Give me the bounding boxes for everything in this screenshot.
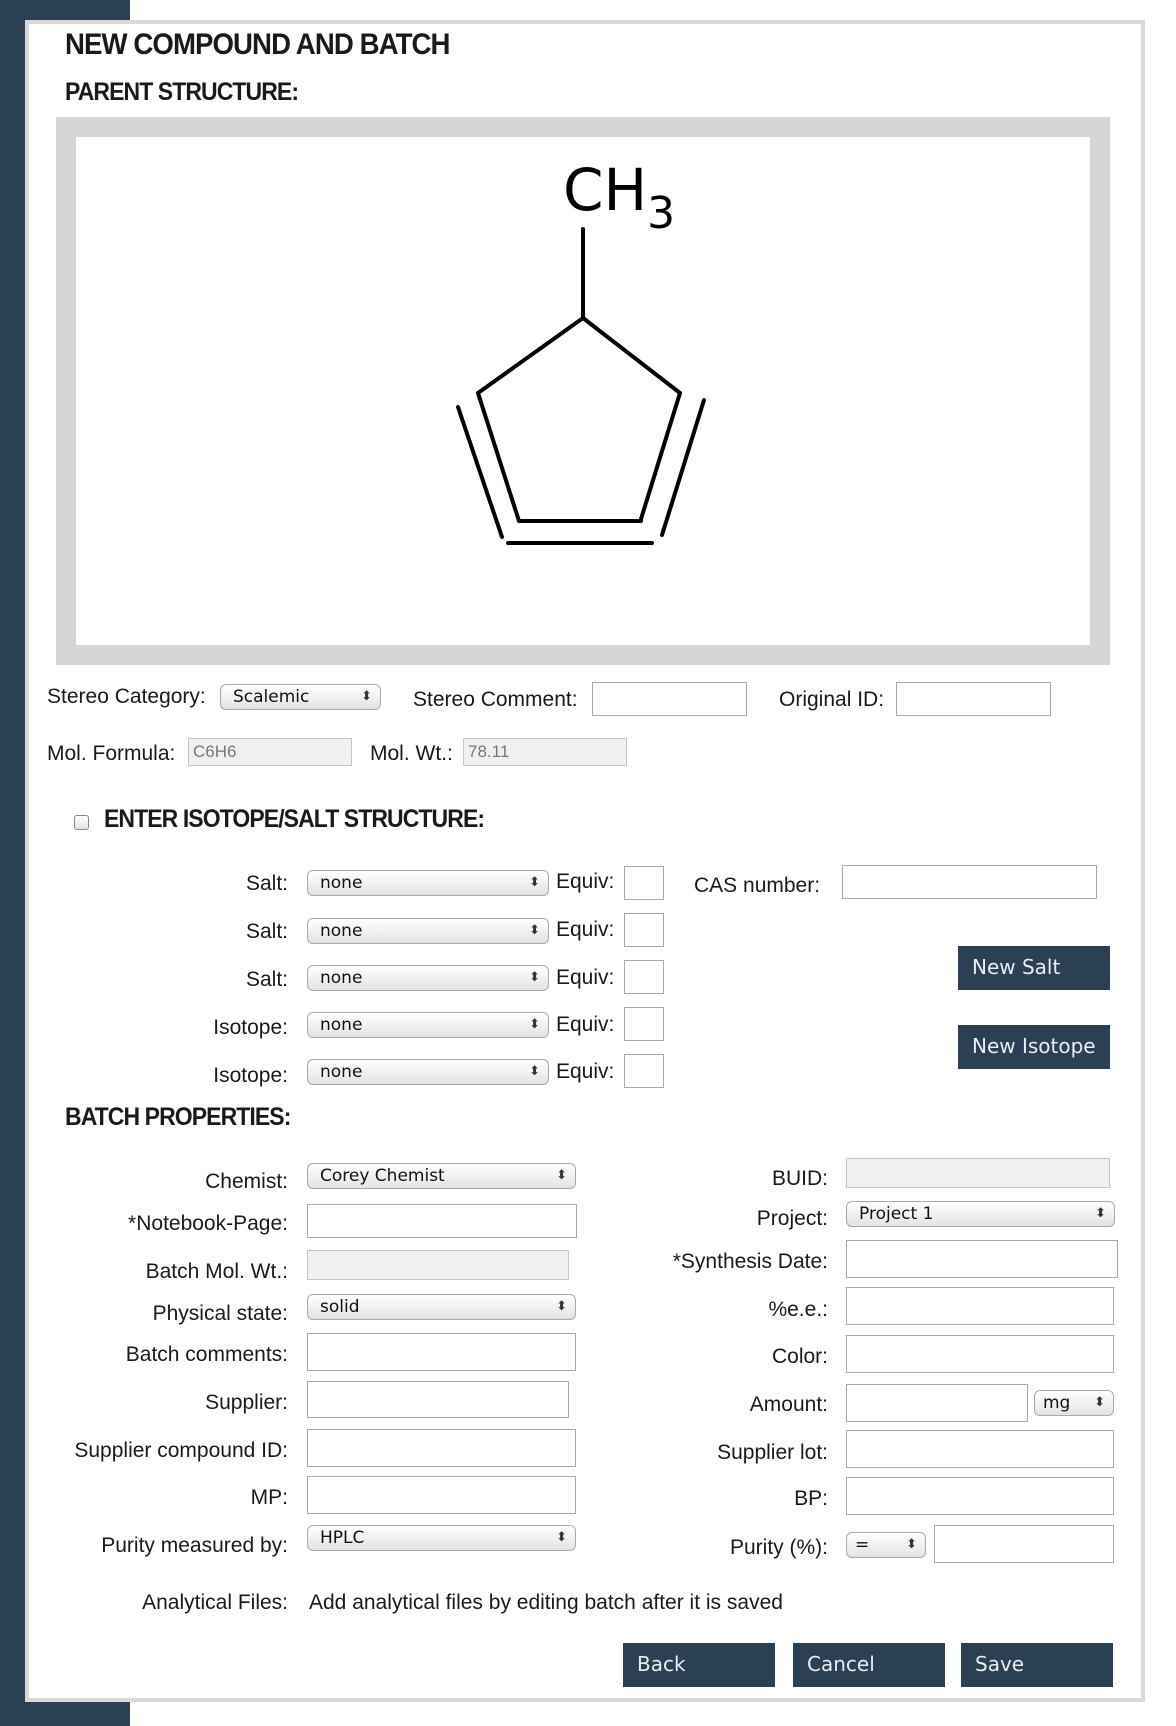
mol-formula-field — [188, 738, 352, 766]
purity-measured-by-label: Purity measured by: — [101, 1534, 288, 1557]
select-arrows-icon: ⬍ — [361, 689, 372, 704]
batch-comments-input[interactable] — [307, 1333, 576, 1371]
equiv-input[interactable] — [624, 913, 664, 947]
stereo-comment-label: Stereo Comment: — [413, 688, 578, 711]
supplier-lot-label: Supplier lot: — [717, 1441, 828, 1464]
salt-label: Salt: — [245, 872, 288, 895]
equiv-label: Equiv: — [556, 966, 615, 989]
select-arrows-icon: ⬍ — [529, 970, 540, 985]
isotope-salt-checkbox[interactable] — [74, 815, 89, 830]
chemist-label: Chemist: — [205, 1170, 288, 1193]
amount-label: Amount: — [749, 1393, 828, 1416]
new-isotope-button[interactable]: New Isotope — [958, 1025, 1110, 1069]
isotope-salt-heading: ENTER ISOTOPE/SALT STRUCTURE: — [104, 805, 485, 833]
project-label: Project: — [756, 1207, 828, 1230]
purity-operator-select[interactable]: = ⬍ — [846, 1532, 926, 1558]
select-arrows-icon: ⬍ — [556, 1299, 567, 1314]
batch-properties-heading: BATCH PROPERTIES: — [65, 1103, 291, 1131]
supplier-compound-id-input[interactable] — [307, 1429, 576, 1467]
salt-select[interactable]: none ⬍ — [307, 870, 549, 896]
ee-label: %e.e.: — [768, 1298, 828, 1321]
mol-formula-label: Mol. Formula: — [47, 742, 176, 765]
equiv-label: Equiv: — [556, 870, 615, 893]
molecule-drawing: CH3 — [456, 156, 706, 545]
batch-mol-wt-field — [307, 1250, 569, 1280]
color-label: Color: — [771, 1345, 828, 1368]
isotope-label: Isotope: — [213, 1016, 288, 1039]
select-arrows-icon: ⬍ — [529, 923, 540, 938]
mp-label: MP: — [250, 1486, 288, 1509]
equiv-input[interactable] — [624, 1054, 664, 1088]
supplier-lot-input[interactable] — [846, 1430, 1114, 1468]
amount-input[interactable] — [846, 1384, 1028, 1422]
notebook-page-input[interactable] — [307, 1204, 577, 1238]
isotope-select[interactable]: none ⬍ — [307, 1059, 549, 1085]
mol-weight-label: Mol. Wt.: — [370, 742, 453, 765]
physical-state-select[interactable]: solid ⬍ — [307, 1294, 576, 1320]
salt-label: Salt: — [245, 920, 288, 943]
mol-weight-field — [463, 738, 627, 766]
buid-label: BUID: — [771, 1167, 828, 1190]
salt-select[interactable]: none ⬍ — [307, 918, 549, 944]
equiv-label: Equiv: — [556, 1013, 615, 1036]
analytical-files-note: Add analytical files by editing batch af… — [309, 1591, 783, 1614]
select-arrows-icon: ⬍ — [529, 1017, 540, 1032]
equiv-label: Equiv: — [556, 918, 615, 941]
stereo-category-label: Stereo Category: — [47, 685, 206, 708]
equiv-label: Equiv: — [556, 1060, 615, 1083]
select-arrows-icon: ⬍ — [529, 1064, 540, 1079]
methyl-label: CH3 — [563, 156, 675, 239]
mp-input[interactable] — [307, 1476, 576, 1514]
isotope-label: Isotope: — [213, 1064, 288, 1087]
original-id-input[interactable] — [896, 682, 1051, 716]
notebook-page-label: *Notebook-Page: — [128, 1212, 288, 1235]
project-select[interactable]: Project 1 ⬍ — [846, 1201, 1115, 1227]
parent-structure-heading: PARENT STRUCTURE: — [65, 78, 299, 106]
color-input[interactable] — [846, 1335, 1114, 1373]
supplier-label: Supplier: — [205, 1391, 288, 1414]
buid-field — [846, 1158, 1110, 1188]
page-title: NEW COMPOUND AND BATCH — [65, 28, 450, 61]
isotope-select[interactable]: none ⬍ — [307, 1012, 549, 1038]
cas-number-label: CAS number: — [694, 874, 821, 897]
ring-bonds — [456, 227, 706, 545]
bp-input[interactable] — [846, 1477, 1114, 1515]
salt-label: Salt: — [245, 968, 288, 991]
equiv-input[interactable] — [624, 1007, 664, 1041]
new-salt-button[interactable]: New Salt — [958, 946, 1110, 990]
ee-input[interactable] — [846, 1287, 1114, 1325]
chemist-select[interactable]: Corey Chemist ⬍ — [307, 1163, 576, 1189]
salt-select[interactable]: none ⬍ — [307, 965, 549, 991]
cancel-button[interactable]: Cancel — [793, 1643, 945, 1687]
select-arrows-icon: ⬍ — [906, 1537, 917, 1552]
purity-percent-label: Purity (%): — [729, 1536, 828, 1559]
stereo-category-select[interactable]: Scalemic ⬍ — [220, 684, 381, 710]
equiv-input[interactable] — [624, 960, 664, 994]
purity-measured-by-select[interactable]: HPLC ⬍ — [307, 1525, 576, 1551]
bp-label: BP: — [794, 1487, 828, 1510]
select-arrows-icon: ⬍ — [1094, 1395, 1105, 1410]
supplier-input[interactable] — [307, 1381, 569, 1418]
back-button[interactable]: Back — [623, 1643, 775, 1687]
synthesis-date-label: *Synthesis Date: — [672, 1250, 828, 1273]
synthesis-date-input[interactable] — [846, 1240, 1118, 1278]
select-arrows-icon: ⬍ — [1095, 1206, 1106, 1221]
batch-comments-label: Batch comments: — [125, 1343, 288, 1366]
supplier-compound-id-label: Supplier compound ID: — [74, 1439, 288, 1462]
stereo-comment-input[interactable] — [592, 682, 747, 716]
purity-value-input[interactable] — [934, 1525, 1114, 1563]
analytical-files-label: Analytical Files: — [142, 1591, 288, 1614]
save-button[interactable]: Save — [961, 1643, 1113, 1687]
batch-mol-wt-label: Batch Mol. Wt.: — [145, 1260, 288, 1283]
select-arrows-icon: ⬍ — [556, 1168, 567, 1183]
physical-state-label: Physical state: — [152, 1302, 288, 1325]
original-id-label: Original ID: — [779, 688, 885, 711]
structure-canvas[interactable]: CH3 — [76, 137, 1090, 645]
select-arrows-icon: ⬍ — [556, 1530, 567, 1545]
amount-unit-select[interactable]: mg ⬍ — [1034, 1390, 1114, 1416]
select-arrows-icon: ⬍ — [529, 875, 540, 890]
structure-frame: CH3 — [56, 117, 1110, 665]
equiv-input[interactable] — [624, 866, 664, 900]
cas-number-input[interactable] — [842, 865, 1097, 899]
